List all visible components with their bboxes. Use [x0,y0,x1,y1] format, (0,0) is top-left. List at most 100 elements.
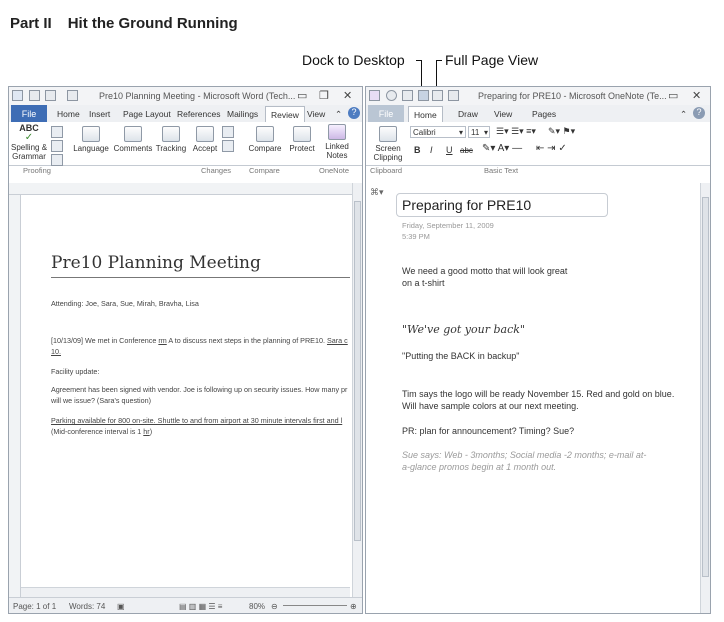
logo-line-1[interactable]: Tim says the logo will be ready November… [402,389,674,399]
changes-nav-icons[interactable] [221,126,235,154]
ribbon-collapse-icon[interactable]: ⌃ [680,109,687,120]
backup-line[interactable]: "Putting the BACK in backup" [402,351,519,361]
word-ribbon-group-labels: Proofing Changes Compare OneNote [9,166,362,175]
clipping-label: Clipping [373,153,403,162]
midconf-line: (Mid-conference interval is 1 hr) [51,427,153,436]
tab-insert[interactable]: Insert [89,109,110,119]
word-horizontal-scrollbar[interactable] [21,587,350,597]
font-name-select[interactable]: Calibri ▾ [410,126,466,138]
close-icon[interactable]: ✕ [343,89,352,102]
word-count[interactable]: Words: 74 [69,602,105,611]
view-buttons[interactable]: ▤ ▥ ▦ ☰ ≡ [179,602,222,611]
group-changes: Changes [201,166,232,175]
undo-icon[interactable] [45,90,56,101]
tab-file[interactable]: File [368,105,404,122]
ribbon-collapse-icon[interactable]: ⌃ [335,109,342,120]
meeting-line-cont: 10. [51,347,61,356]
spelling-grammar-button[interactable]: ABC ✓ Spelling & Grammar [11,124,47,162]
motto-line-1[interactable]: We need a good motto that will look grea… [402,266,567,276]
proofing-status-icon[interactable]: ▣ [117,602,125,611]
restore-icon[interactable]: ❐ [319,89,329,102]
sue-line-2[interactable]: a-glance promos begin at 1 month out. [402,462,556,472]
tab-view[interactable]: View [494,109,512,119]
word-document-canvas[interactable]: Pre10 Planning Meeting Attending: Joe, S… [21,195,350,597]
tracking-button[interactable]: Tracking [153,126,189,153]
bold-button[interactable]: B [414,146,421,155]
style-buttons[interactable]: ✎▾ ⚑▾ [548,127,575,136]
tab-view[interactable]: View [307,109,325,119]
tab-draw[interactable]: Draw [458,109,478,119]
research-icon[interactable] [51,126,63,168]
comments-button[interactable]: Comments [113,126,153,153]
zoom-level[interactable]: 80% [249,602,265,611]
protect-label: Protect [289,144,315,153]
word-scroll-thumb[interactable] [354,201,361,541]
full-page-view-icon[interactable] [432,90,443,101]
font-size-select[interactable]: 11 ▾ [468,126,490,138]
strikethrough-button[interactable]: abc [460,146,473,155]
dock-to-desktop-icon[interactable] [418,90,429,101]
tab-home[interactable]: Home [57,109,80,119]
page-tab-icon[interactable]: ⌘▾ [370,187,384,198]
tab-review[interactable]: Review [265,106,305,123]
redo-icon[interactable] [67,90,78,101]
compare-button[interactable]: Compare [247,126,283,153]
language-button[interactable]: Language [71,126,111,153]
underline-button[interactable]: U [446,146,453,155]
zoom-in-icon[interactable]: ⊕ [350,602,357,611]
quote-line[interactable]: "We've got your back" [402,323,525,336]
word-window-title: Pre10 Planning Meeting - Microsoft Word … [99,91,296,101]
page-title[interactable]: Preparing for PRE10 [402,197,531,213]
logo-line-2[interactable]: Will have sample colors at our next meet… [402,401,579,411]
zoom-out-icon[interactable]: ⊖ [271,602,278,611]
screen-clipping-button[interactable]: Screen Clipping [370,126,406,162]
onenote-ribbon-group-labels: Clipboard Basic Text [366,166,710,175]
page-count[interactable]: Page: 1 of 1 [13,602,56,611]
indent-clear-buttons[interactable]: ⇤ ⇥ ✓ [536,144,567,154]
linked-notes-button[interactable]: Linked Notes [319,124,355,160]
title-underline [51,277,350,278]
tab-mailings[interactable]: Mailings [227,109,258,119]
tab-pages[interactable]: Pages [532,109,556,119]
tab-references[interactable]: References [177,109,220,119]
tab-file[interactable]: File [11,105,47,122]
onenote-ribbon-tabs: File Home Draw View Pages ⌃ ? [366,105,710,123]
undo-icon[interactable] [402,90,413,101]
redo-icon[interactable] [448,90,459,101]
vertical-ruler[interactable] [9,195,21,597]
pr-line[interactable]: PR: plan for announcement? Timing? Sue? [402,426,574,436]
minimize-icon[interactable]: ▭ [297,89,307,102]
protect-button[interactable]: Protect [287,126,317,153]
minimize-icon[interactable]: ▭ [668,89,678,102]
onenote-titlebar: Preparing for PRE10 - Microsoft OneNote … [366,87,710,105]
italic-button[interactable]: I [430,146,433,155]
onenote-scroll-thumb[interactable] [702,197,709,577]
sue-line-1[interactable]: Sue says: Web - 3months; Social media -2… [402,450,646,460]
word-vertical-scrollbar[interactable] [352,183,362,597]
word-ribbon-tabs: File Home Insert Page Layout References … [9,105,362,123]
help-icon[interactable]: ? [693,107,705,119]
dock-to-desktop-callout: Dock to Desktop [302,52,405,68]
help-icon[interactable]: ? [348,107,360,119]
highlight-font-color-buttons[interactable]: ✎▾ A▾ — [482,144,522,154]
accept-icon [196,126,214,142]
back-icon[interactable] [386,90,397,101]
close-icon[interactable]: ✕ [692,89,701,102]
onenote-vertical-scrollbar[interactable] [700,183,710,613]
compare-icon [256,126,274,142]
part-label: Part II [10,15,52,32]
language-label: Language [73,144,109,153]
onenote-page-canvas[interactable]: ⌘▾ Preparing for PRE10 Friday, September… [366,183,698,613]
parking-line: Parking available for 800 on-site. Shutt… [51,416,343,425]
motto-line-2[interactable]: on a t-shirt [402,278,445,288]
accept-button[interactable]: Accept [189,126,221,153]
group-clipboard: Clipboard [370,166,403,175]
zoom-slider[interactable] [283,605,347,606]
horizontal-ruler[interactable] [9,183,362,195]
section-title: Hit the Ground Running [67,15,238,32]
compare-label: Compare [248,144,282,153]
save-icon[interactable] [29,90,40,101]
tab-home[interactable]: Home [408,106,443,123]
list-buttons[interactable]: ☰▾ ☰▾ ≡▾ [496,127,536,136]
tab-page-layout[interactable]: Page Layout [123,109,171,119]
